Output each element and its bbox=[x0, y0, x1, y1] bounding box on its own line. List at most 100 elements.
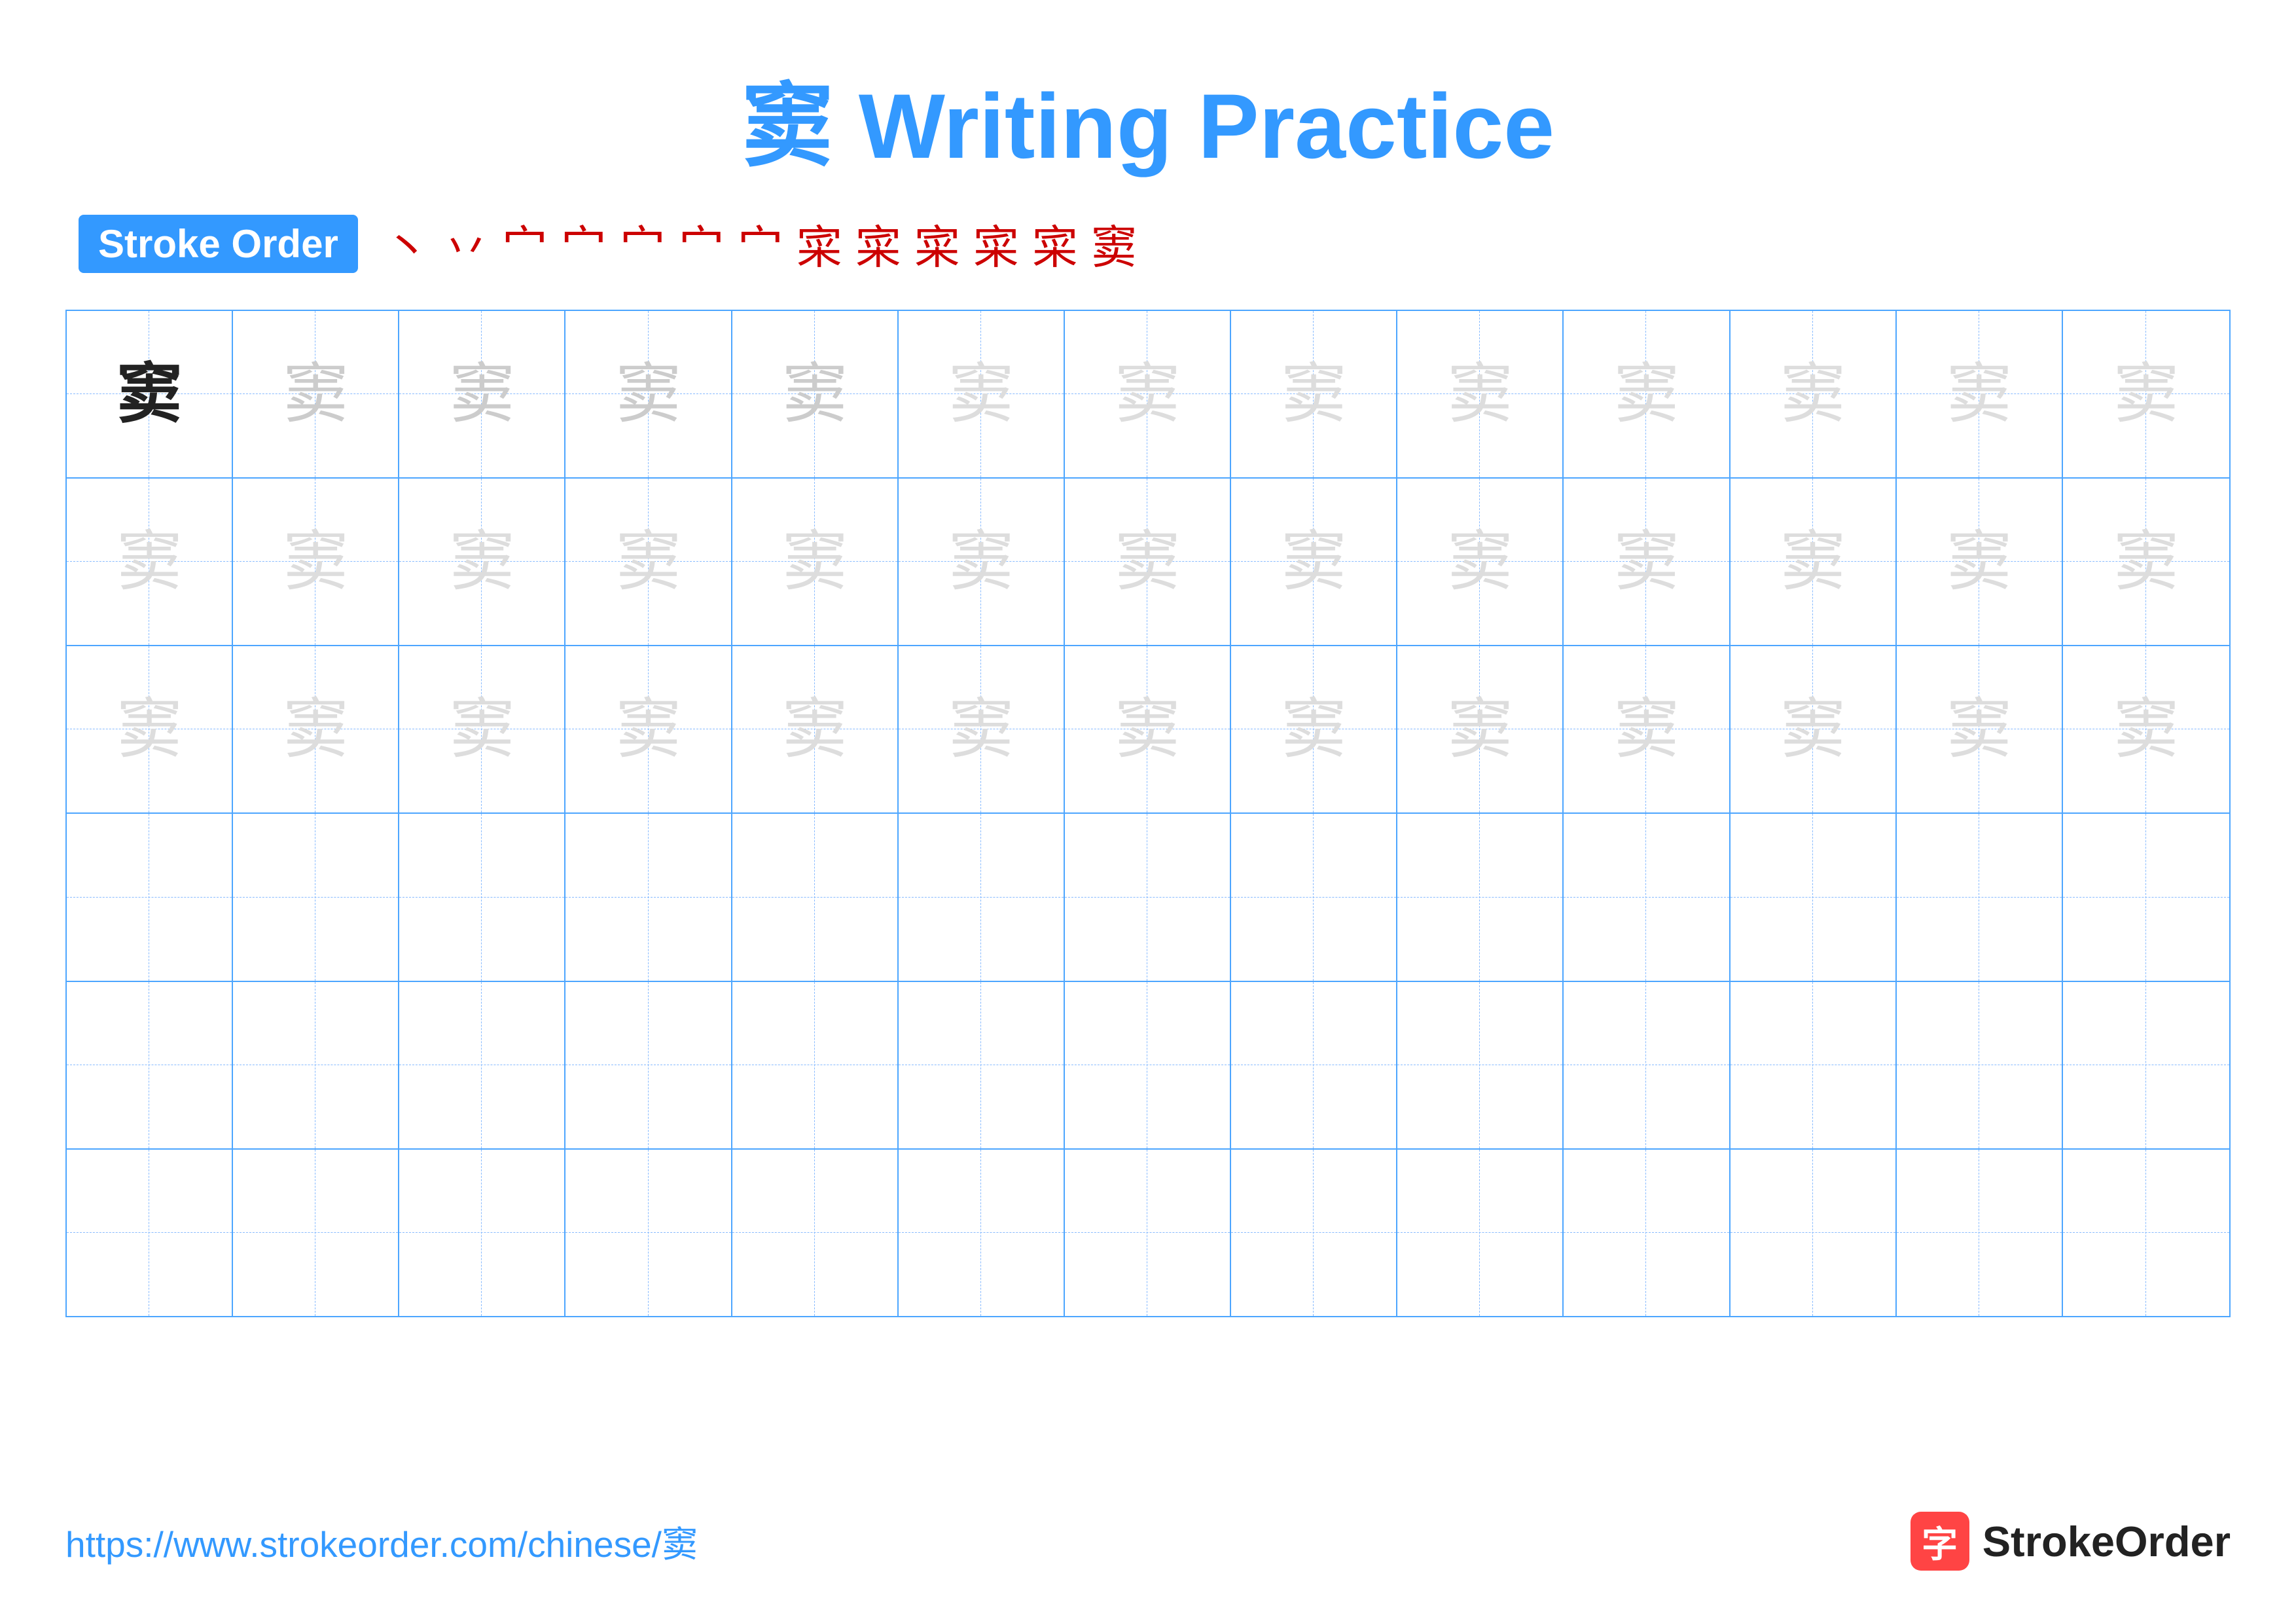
grid-cell-2-7[interactable]: 窦 bbox=[1231, 646, 1397, 812]
grid-row-2[interactable]: 窦窦窦窦窦窦窦窦窦窦窦窦窦 bbox=[67, 646, 2229, 814]
grid-cell-1-4[interactable]: 窦 bbox=[732, 479, 899, 645]
grid-cell-3-6[interactable] bbox=[1065, 814, 1231, 980]
grid-cell-1-6[interactable]: 窦 bbox=[1065, 479, 1231, 645]
grid-cell-0-5[interactable]: 窦 bbox=[899, 311, 1065, 477]
grid-row-3[interactable] bbox=[67, 814, 2229, 981]
grid-cell-5-7[interactable] bbox=[1231, 1150, 1397, 1316]
grid-cell-3-8[interactable] bbox=[1397, 814, 1564, 980]
grid-cell-4-4[interactable] bbox=[732, 982, 899, 1148]
grid-cell-1-9[interactable]: 窦 bbox=[1564, 479, 1730, 645]
grid-cell-1-10[interactable]: 窦 bbox=[1731, 479, 1897, 645]
grid-cell-1-2[interactable]: 窦 bbox=[399, 479, 565, 645]
grid-cell-0-6[interactable]: 窦 bbox=[1065, 311, 1231, 477]
grid-cell-4-0[interactable] bbox=[67, 982, 233, 1148]
cell-char-0-10: 窦 bbox=[1780, 361, 1846, 427]
grid-cell-3-12[interactable] bbox=[2063, 814, 2229, 980]
grid-cell-4-6[interactable] bbox=[1065, 982, 1231, 1148]
grid-cell-4-2[interactable] bbox=[399, 982, 565, 1148]
cell-char-0-12: 窦 bbox=[2113, 361, 2179, 427]
grid-cell-5-11[interactable] bbox=[1897, 1150, 2063, 1316]
grid-cell-0-0[interactable]: 窦 bbox=[67, 311, 233, 477]
stroke-5: 宀 bbox=[620, 211, 666, 277]
stroke-sequence: 丶 丷 宀 宀 宀 宀 宀 寀 寀 寀 寀 寀 窦 bbox=[384, 211, 1137, 277]
grid-cell-2-6[interactable]: 窦 bbox=[1065, 646, 1231, 812]
grid-cell-2-4[interactable]: 窦 bbox=[732, 646, 899, 812]
grid-cell-1-1[interactable]: 窦 bbox=[233, 479, 399, 645]
grid-cell-2-1[interactable]: 窦 bbox=[233, 646, 399, 812]
stroke-11: 寀 bbox=[973, 211, 1019, 277]
grid-cell-5-12[interactable] bbox=[2063, 1150, 2229, 1316]
grid-cell-0-9[interactable]: 窦 bbox=[1564, 311, 1730, 477]
grid-cell-2-8[interactable]: 窦 bbox=[1397, 646, 1564, 812]
grid-cell-2-2[interactable]: 窦 bbox=[399, 646, 565, 812]
cell-char-0-11: 窦 bbox=[1946, 361, 2012, 427]
cell-char-1-3: 窦 bbox=[616, 529, 681, 594]
grid-cell-2-11[interactable]: 窦 bbox=[1897, 646, 2063, 812]
grid-cell-0-8[interactable]: 窦 bbox=[1397, 311, 1564, 477]
grid-row-4[interactable] bbox=[67, 982, 2229, 1150]
grid-cell-2-0[interactable]: 窦 bbox=[67, 646, 233, 812]
grid-cell-0-7[interactable]: 窦 bbox=[1231, 311, 1397, 477]
grid-cell-3-11[interactable] bbox=[1897, 814, 2063, 980]
cell-char-0-1: 窦 bbox=[283, 361, 348, 427]
grid-cell-5-0[interactable] bbox=[67, 1150, 233, 1316]
grid-cell-1-11[interactable]: 窦 bbox=[1897, 479, 2063, 645]
grid-cell-1-8[interactable]: 窦 bbox=[1397, 479, 1564, 645]
grid-cell-0-1[interactable]: 窦 bbox=[233, 311, 399, 477]
cell-char-0-0: 窦 bbox=[117, 361, 182, 427]
practice-grid: 窦窦窦窦窦窦窦窦窦窦窦窦窦窦窦窦窦窦窦窦窦窦窦窦窦窦窦窦窦窦窦窦窦窦窦窦窦窦窦 bbox=[65, 310, 2231, 1317]
grid-cell-3-7[interactable] bbox=[1231, 814, 1397, 980]
grid-cell-0-2[interactable]: 窦 bbox=[399, 311, 565, 477]
grid-cell-0-10[interactable]: 窦 bbox=[1731, 311, 1897, 477]
grid-cell-4-7[interactable] bbox=[1231, 982, 1397, 1148]
cell-char-0-2: 窦 bbox=[449, 361, 514, 427]
grid-cell-4-1[interactable] bbox=[233, 982, 399, 1148]
grid-cell-1-12[interactable]: 窦 bbox=[2063, 479, 2229, 645]
grid-cell-4-12[interactable] bbox=[2063, 982, 2229, 1148]
grid-cell-2-3[interactable]: 窦 bbox=[565, 646, 732, 812]
grid-cell-5-3[interactable] bbox=[565, 1150, 732, 1316]
grid-cell-3-5[interactable] bbox=[899, 814, 1065, 980]
grid-cell-2-9[interactable]: 窦 bbox=[1564, 646, 1730, 812]
grid-cell-0-4[interactable]: 窦 bbox=[732, 311, 899, 477]
grid-cell-4-8[interactable] bbox=[1397, 982, 1564, 1148]
stroke-3: 宀 bbox=[502, 211, 548, 277]
grid-cell-5-4[interactable] bbox=[732, 1150, 899, 1316]
grid-cell-2-12[interactable]: 窦 bbox=[2063, 646, 2229, 812]
grid-cell-3-0[interactable] bbox=[67, 814, 233, 980]
grid-cell-5-1[interactable] bbox=[233, 1150, 399, 1316]
grid-cell-3-3[interactable] bbox=[565, 814, 732, 980]
grid-cell-5-9[interactable] bbox=[1564, 1150, 1730, 1316]
grid-cell-4-11[interactable] bbox=[1897, 982, 2063, 1148]
grid-cell-5-2[interactable] bbox=[399, 1150, 565, 1316]
grid-cell-2-10[interactable]: 窦 bbox=[1731, 646, 1897, 812]
grid-row-0[interactable]: 窦窦窦窦窦窦窦窦窦窦窦窦窦 bbox=[67, 311, 2229, 479]
grid-row-5[interactable] bbox=[67, 1150, 2229, 1316]
grid-cell-4-5[interactable] bbox=[899, 982, 1065, 1148]
grid-cell-1-7[interactable]: 窦 bbox=[1231, 479, 1397, 645]
grid-cell-5-6[interactable] bbox=[1065, 1150, 1231, 1316]
grid-cell-1-5[interactable]: 窦 bbox=[899, 479, 1065, 645]
stroke-order-badge: Stroke Order bbox=[79, 215, 358, 273]
stroke-13: 窦 bbox=[1091, 211, 1137, 277]
grid-cell-0-3[interactable]: 窦 bbox=[565, 311, 732, 477]
grid-cell-1-0[interactable]: 窦 bbox=[67, 479, 233, 645]
grid-cell-3-4[interactable] bbox=[732, 814, 899, 980]
grid-cell-5-5[interactable] bbox=[899, 1150, 1065, 1316]
grid-cell-3-2[interactable] bbox=[399, 814, 565, 980]
grid-cell-5-8[interactable] bbox=[1397, 1150, 1564, 1316]
grid-cell-3-10[interactable] bbox=[1731, 814, 1897, 980]
grid-cell-2-5[interactable]: 窦 bbox=[899, 646, 1065, 812]
cell-char-0-9: 窦 bbox=[1613, 361, 1679, 427]
grid-cell-3-9[interactable] bbox=[1564, 814, 1730, 980]
grid-cell-0-11[interactable]: 窦 bbox=[1897, 311, 2063, 477]
grid-row-1[interactable]: 窦窦窦窦窦窦窦窦窦窦窦窦窦 bbox=[67, 479, 2229, 646]
grid-cell-4-10[interactable] bbox=[1731, 982, 1897, 1148]
grid-cell-5-10[interactable] bbox=[1731, 1150, 1897, 1316]
grid-cell-3-1[interactable] bbox=[233, 814, 399, 980]
grid-cell-4-9[interactable] bbox=[1564, 982, 1730, 1148]
grid-cell-1-3[interactable]: 窦 bbox=[565, 479, 732, 645]
cell-char-2-2: 窦 bbox=[449, 697, 514, 762]
grid-cell-4-3[interactable] bbox=[565, 982, 732, 1148]
grid-cell-0-12[interactable]: 窦 bbox=[2063, 311, 2229, 477]
